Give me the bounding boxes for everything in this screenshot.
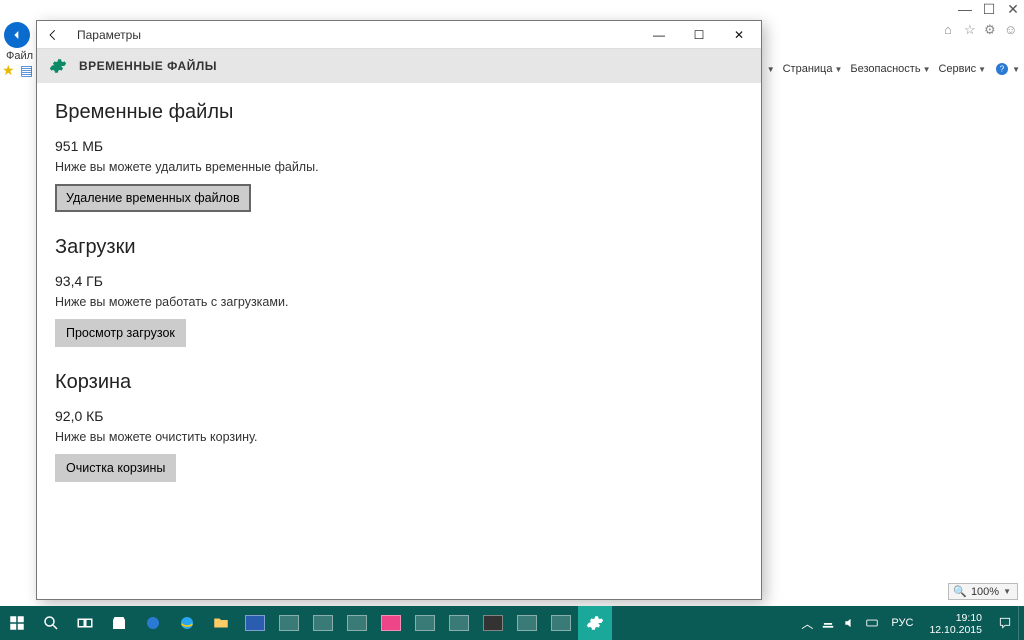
chevron-down-icon: ▼	[1003, 587, 1011, 596]
browser-close-button[interactable]: ✕	[1006, 2, 1020, 16]
file-menu[interactable]: Файл	[6, 50, 33, 62]
ie-command-bar: ▼ ▼ ▼ Страница ▼ Безопасность ▼ Сервис ▼…	[760, 58, 1020, 80]
taskbar-app-edge[interactable]	[136, 606, 170, 640]
taskbar-app-generic-4[interactable]	[408, 606, 442, 640]
input-language[interactable]: РУС	[887, 617, 917, 629]
show-desktop-button[interactable]	[1018, 606, 1024, 640]
page-menu-label: Страница	[783, 63, 833, 75]
section-recycle-bin: Корзина 92,0 КБ Ниже вы можете очистить …	[55, 371, 743, 482]
recycle-desc: Ниже вы можете очистить корзину.	[55, 430, 743, 444]
settings-minimize-button[interactable]: —	[639, 21, 679, 49]
empty-recycle-button[interactable]: Очистка корзины	[55, 454, 176, 482]
clock-time: 19:10	[929, 613, 982, 624]
settings-back-button[interactable]	[43, 25, 63, 45]
svg-text:?: ?	[1000, 65, 1005, 74]
taskbar-app-generic-7[interactable]	[544, 606, 578, 640]
section-title: Корзина	[55, 371, 743, 394]
chevron-down-icon: ▼	[1012, 65, 1020, 74]
settings-body: Временные файлы 951 МБ Ниже вы можете уд…	[37, 83, 761, 599]
temp-size: 951 МБ	[55, 138, 743, 154]
security-menu[interactable]: Безопасность ▼	[850, 63, 930, 75]
chevron-down-icon: ▼	[767, 65, 775, 74]
action-center-icon[interactable]	[998, 616, 1012, 630]
settings-window: Параметры — ☐ ✕ ВРЕМЕННЫЕ ФАЙЛЫ Временны…	[36, 20, 762, 600]
browser-minimize-button[interactable]: —	[958, 2, 972, 16]
taskbar-app-calc[interactable]	[476, 606, 510, 640]
browser-back-button[interactable]	[4, 22, 30, 48]
settings-close-button[interactable]: ✕	[719, 21, 759, 49]
service-menu[interactable]: Сервис ▼	[938, 63, 986, 75]
settings-titlebar: Параметры — ☐ ✕	[37, 21, 761, 49]
system-tray: ︿ РУС 19:10 12.10.2015	[795, 606, 1018, 640]
taskbar-app-generic-3[interactable]	[340, 606, 374, 640]
taskbar-app-generic-2[interactable]	[306, 606, 340, 640]
taskbar-app-generic-1[interactable]	[272, 606, 306, 640]
security-menu-label: Безопасность	[850, 63, 920, 75]
section-downloads: Загрузки 93,4 ГБ Ниже вы можете работать…	[55, 236, 743, 347]
start-button[interactable]	[0, 606, 34, 640]
view-downloads-button[interactable]: Просмотр загрузок	[55, 319, 186, 347]
smile-icon[interactable]: ☺	[1004, 22, 1018, 36]
clock-date: 12.10.2015	[929, 625, 982, 636]
service-menu-label: Сервис	[938, 63, 976, 75]
section-title: Временные файлы	[55, 101, 743, 124]
network-icon[interactable]	[821, 616, 835, 630]
tray-chevron-up-icon[interactable]: ︿	[801, 615, 813, 632]
downloads-desc: Ниже вы можете работать с загрузками.	[55, 295, 743, 309]
settings-maximize-button[interactable]: ☐	[679, 21, 719, 49]
favorites-bar: ★ ▤	[2, 62, 36, 78]
zoom-value: 100%	[971, 586, 999, 598]
taskbar: ︿ РУС 19:10 12.10.2015	[0, 606, 1024, 640]
taskbar-app-word[interactable]	[238, 606, 272, 640]
browser-maximize-button[interactable]: ☐	[982, 2, 996, 16]
magnifier-icon: 🔍	[953, 585, 967, 598]
chevron-down-icon: ▼	[923, 65, 931, 74]
search-button[interactable]	[34, 606, 68, 640]
page-menu[interactable]: Страница ▼	[783, 63, 843, 75]
help-icon: ?	[994, 61, 1010, 77]
taskbar-app-generic-6[interactable]	[510, 606, 544, 640]
settings-page-title: ВРЕМЕННЫЕ ФАЙЛЫ	[79, 59, 217, 73]
taskbar-app-store[interactable]	[102, 606, 136, 640]
volume-icon[interactable]	[843, 616, 857, 630]
delete-temp-button[interactable]: Удаление временных файлов	[55, 184, 251, 212]
home-icon[interactable]: ⌂	[944, 22, 958, 36]
chevron-down-icon: ▼	[834, 65, 842, 74]
add-favorite-icon[interactable]: ★	[2, 62, 18, 78]
zoom-indicator[interactable]: 🔍 100% ▼	[948, 583, 1018, 600]
chevron-down-icon: ▼	[978, 65, 986, 74]
browser-window-controls: — ☐ ✕	[958, 2, 1020, 16]
gear-icon	[47, 55, 69, 77]
help-menu[interactable]: ? ▼	[994, 61, 1020, 77]
task-view-button[interactable]	[68, 606, 102, 640]
star-icon[interactable]: ☆	[964, 22, 978, 36]
taskbar-app-paint[interactable]	[374, 606, 408, 640]
keyboard-icon[interactable]	[865, 616, 879, 630]
taskbar-clock[interactable]: 19:10 12.10.2015	[925, 610, 990, 635]
taskbar-app-generic-5[interactable]	[442, 606, 476, 640]
settings-page-header: ВРЕМЕННЫЕ ФАЙЛЫ	[37, 49, 761, 83]
settings-window-title: Параметры	[77, 28, 141, 42]
downloads-size: 93,4 ГБ	[55, 273, 743, 289]
temp-desc: Ниже вы можете удалить временные файлы.	[55, 160, 743, 174]
section-title: Загрузки	[55, 236, 743, 259]
taskbar-app-ie[interactable]	[170, 606, 204, 640]
taskbar-app-settings[interactable]	[578, 606, 612, 640]
gear-icon[interactable]: ⚙	[984, 22, 998, 36]
section-temp-files: Временные файлы 951 МБ Ниже вы можете уд…	[55, 101, 743, 212]
recycle-size: 92,0 КБ	[55, 408, 743, 424]
browser-extras: ⌂ ☆ ⚙ ☺	[944, 22, 1018, 36]
taskbar-app-explorer[interactable]	[204, 606, 238, 640]
favorites-icon[interactable]: ▤	[20, 62, 36, 78]
